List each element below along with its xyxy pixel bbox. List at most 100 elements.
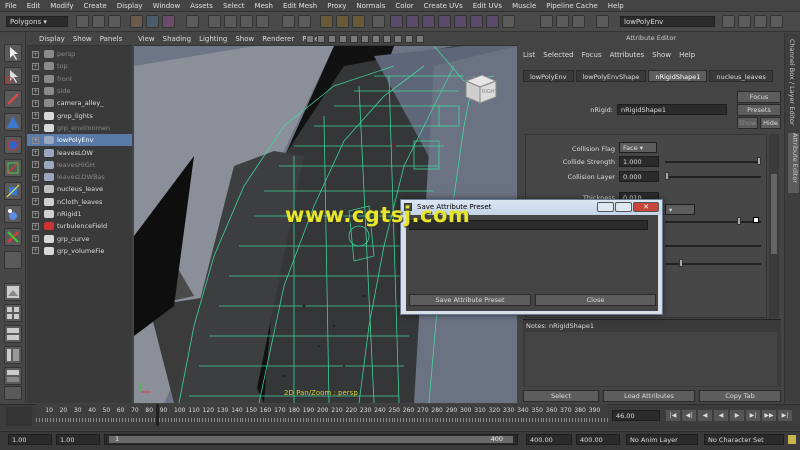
input-ops-icon[interactable] [372,15,385,28]
outliner-item[interactable]: + nucleus_leave [27,183,132,195]
layout-icon-c[interactable] [572,15,585,28]
step-forward-key-icon[interactable]: ▶▶ [762,410,776,421]
tab-nucleus_leaves[interactable]: nucleus_leaves [709,70,773,82]
snap-plane-icon[interactable] [256,15,269,28]
expand-icon[interactable]: + [32,185,39,193]
show-outliner-icon[interactable] [770,15,783,28]
persp-outliner-layout-icon[interactable] [4,346,22,364]
copy-tab-button[interactable]: Copy Tab [699,390,781,402]
magnet-icon[interactable] [502,15,515,28]
current-time-marker[interactable] [156,404,159,426]
history-icon[interactable] [282,15,295,28]
viewport-menu-shading[interactable]: Shading [159,35,195,43]
outliner-item[interactable]: + grp_curve [27,232,132,244]
menu-create[interactable]: Create [78,2,111,10]
attr-icon-f[interactable] [470,15,483,28]
shadow-icon[interactable] [383,35,391,43]
attribute-slider-a-handle[interactable] [737,217,741,225]
attr-icon-a[interactable] [390,15,403,28]
attr-menu-help[interactable]: Help [675,51,699,59]
lasso-tool-icon[interactable] [4,67,22,85]
universal-manipulator-icon[interactable] [4,182,22,200]
node-name-field[interactable]: nRigidShape1 [617,104,727,115]
menu-pipeline-cache[interactable]: Pipeline Cache [541,2,602,10]
single-pane-layout-icon[interactable] [4,283,22,301]
play-backward-icon[interactable]: ◀ [714,410,728,421]
attribute-slider-b[interactable] [665,245,761,247]
minimize-icon[interactable] [597,202,614,212]
attr-icon-d[interactable] [438,15,451,28]
current-frame-field[interactable]: 46.00 [612,410,660,421]
expand-icon[interactable]: + [32,198,39,206]
render-settings-icon[interactable] [352,15,365,28]
playback-start-field[interactable]: 1.00 [56,434,100,445]
help-line-icon[interactable] [596,15,609,28]
outliner-item[interactable]: + top [27,60,132,72]
viewport-menu-show[interactable]: Show [231,35,258,43]
outliner-item[interactable]: + grop_lights [27,109,132,121]
last-tool-icon[interactable] [4,251,22,269]
menu-color[interactable]: Color [390,2,418,10]
mask-icon[interactable] [186,15,199,28]
expand-icon[interactable]: + [32,87,39,95]
expand-icon[interactable]: + [32,161,39,169]
menu-proxy[interactable]: Proxy [322,2,351,10]
outliner-item[interactable]: + nCloth_leaves [27,196,132,208]
expand-icon[interactable]: + [32,136,39,144]
expand-icon[interactable]: + [32,124,39,132]
grid-icon[interactable] [328,35,336,43]
snap-grid-icon[interactable] [208,15,221,28]
menu-edit-mesh[interactable]: Edit Mesh [278,2,322,10]
attr-icon-g[interactable] [486,15,499,28]
expand-icon[interactable]: + [32,62,39,70]
scale-tool-icon[interactable] [4,159,22,177]
play-forward-icon[interactable]: ▶ [730,410,744,421]
save-attribute-preset-button[interactable]: Save Attribute Preset [409,294,531,306]
animation-start-field[interactable]: 1.00 [8,434,52,445]
show-manipulator-icon[interactable] [4,228,22,246]
menu-file[interactable]: File [0,2,22,10]
expand-icon[interactable]: + [32,235,39,243]
attr-icon-b[interactable] [406,15,419,28]
animation-preferences-icon[interactable] [6,407,32,426]
layout-icon-b[interactable] [556,15,569,28]
graph-layout-icon[interactable] [4,367,22,385]
outliner-item[interactable]: + leavesLOW [27,146,132,158]
step-forward-frame-icon[interactable]: ▶| [746,410,760,421]
attr-icon-c[interactable] [422,15,435,28]
soft-mod-icon[interactable] [4,205,22,223]
close-button[interactable]: Close [535,294,656,306]
menu-set-selector[interactable]: Polygons ▾ [6,16,68,27]
attr-menu-show[interactable]: Show [648,51,675,59]
attr-menu-list[interactable]: List [519,51,539,59]
attr-menu-selected[interactable]: Selected [539,51,577,59]
outliner-item[interactable]: + side [27,85,132,97]
four-pane-layout-icon[interactable] [4,304,22,322]
menu-normals[interactable]: Normals [351,2,390,10]
viewport-menu-renderer[interactable]: Renderer [258,35,298,43]
expand-icon[interactable]: + [32,222,39,230]
outliner-item[interactable]: + leavesHIGH [27,159,132,171]
outliner-menu-display[interactable]: Display [35,35,69,43]
move-tool-icon[interactable] [4,113,22,131]
smooth-shade-icon[interactable] [350,35,358,43]
step-back-key-icon[interactable]: ◀| [682,410,696,421]
snap-point-icon[interactable] [240,15,253,28]
show-channel-box-icon[interactable] [754,15,767,28]
select-tool-icon[interactable] [4,44,22,62]
render-frame-icon[interactable] [320,15,333,28]
menu-window[interactable]: Window [148,2,186,10]
camera-attr-icon[interactable] [306,35,314,43]
attribute-scrollbar[interactable] [769,134,779,318]
menu-edit-uvs[interactable]: Edit UVs [468,2,507,10]
outliner-item[interactable]: + turbulenceField [27,220,132,232]
range-slider[interactable]: 1 400 [104,434,518,445]
attr-icon-e[interactable] [454,15,467,28]
notes-textarea[interactable] [525,332,777,386]
lights-icon[interactable] [372,35,380,43]
construction-icon[interactable] [298,15,311,28]
expand-icon[interactable]: + [32,50,39,58]
outliner-item[interactable]: + front [27,73,132,85]
layout-icon-a[interactable] [540,15,553,28]
texture-icon[interactable] [361,35,369,43]
